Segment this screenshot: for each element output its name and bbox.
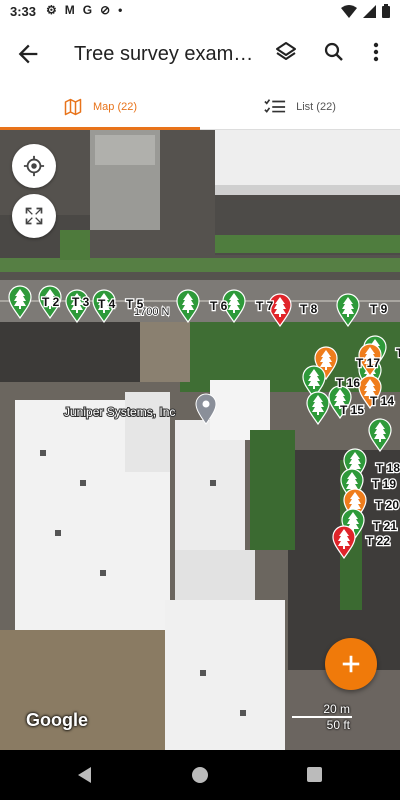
- system-nav-bar: [0, 750, 400, 800]
- tree-marker-label: T 7: [256, 299, 274, 313]
- satellite-map[interactable]: Juniper Systems, Inc 1700 N T 2T 3T 4T 5…: [0, 130, 400, 750]
- tree-marker-label: T 14: [370, 394, 394, 408]
- app-bar: Tree survey exam…: [0, 24, 400, 84]
- tree-marker-label: T 22: [366, 534, 390, 548]
- map-scale: 20 m 50 ft: [292, 702, 354, 732]
- add-icon: [342, 655, 360, 673]
- tree-marker-label: T 6: [210, 299, 228, 313]
- place-label: Juniper Systems, Inc: [64, 405, 175, 419]
- tree-marker-label: T 8: [300, 302, 318, 316]
- fullscreen-icon: [25, 207, 43, 225]
- back-button[interactable]: [14, 40, 42, 68]
- nav-home-icon[interactable]: [192, 767, 208, 783]
- more-options-button[interactable]: [366, 40, 386, 66]
- tree-marker-label: T 2: [42, 295, 60, 309]
- gmail-icon: M: [64, 3, 75, 17]
- tree-marker-label: T 5: [126, 297, 144, 311]
- battery-icon: [382, 4, 390, 18]
- search-button[interactable]: [322, 40, 348, 66]
- dot-icon: •: [118, 3, 123, 17]
- page-title: Tree survey exam…: [74, 43, 254, 65]
- settings-icon: ⚙: [46, 3, 57, 17]
- tree-marker-label: T 9: [370, 302, 388, 316]
- view-tabs: Map (22) List (22): [0, 84, 400, 130]
- tree-marker-label: T 3: [72, 295, 90, 309]
- signal-icon: [363, 4, 376, 18]
- scale-feet: 50 ft: [326, 718, 350, 732]
- wifi-icon: [341, 4, 357, 18]
- layers-icon: [276, 42, 296, 60]
- tree-marker-label: T 21: [373, 519, 397, 533]
- tree-marker-label: T 19: [372, 477, 396, 491]
- status-bar: 3:33 ⚙ M G ⊘ •: [0, 0, 400, 24]
- tab-map-label: Map (22): [92, 101, 138, 113]
- google-logo: Google: [26, 710, 88, 730]
- tree-marker-label: T 16: [336, 376, 360, 390]
- google-icon: G: [82, 3, 93, 17]
- tree-marker-label: T 20: [375, 498, 399, 512]
- add-tree-button[interactable]: [325, 638, 377, 690]
- more-vert-icon: [373, 42, 379, 62]
- tree-marker-label: T 18: [376, 461, 400, 475]
- system-icons: [341, 4, 390, 18]
- nav-recents-icon[interactable]: [307, 767, 322, 782]
- sync-icon: ⊘: [100, 3, 111, 17]
- tree-marker-label: T 17: [356, 356, 380, 370]
- scale-meters: 20 m: [323, 702, 350, 716]
- tree-marker-label: T 15: [340, 403, 364, 417]
- my-location-icon: [23, 155, 45, 177]
- notification-icons: ⚙ M G ⊘ •: [46, 3, 122, 17]
- tree-marker-label: T 4: [98, 297, 116, 311]
- status-time: 3:33: [10, 4, 37, 19]
- tree-marker-label: T 10: [396, 346, 400, 360]
- nav-back-icon[interactable]: [76, 766, 92, 784]
- arrow-back-icon: [18, 44, 38, 64]
- list-icon: [264, 99, 286, 113]
- tab-list[interactable]: List (22): [200, 84, 400, 130]
- tab-map[interactable]: Map (22): [0, 84, 200, 130]
- search-icon: [324, 42, 343, 61]
- layers-button[interactable]: [274, 40, 300, 66]
- fullscreen-button[interactable]: [12, 194, 56, 238]
- my-location-button[interactable]: [12, 144, 56, 188]
- tab-list-label: List (22): [296, 101, 336, 113]
- map-icon: [64, 98, 82, 116]
